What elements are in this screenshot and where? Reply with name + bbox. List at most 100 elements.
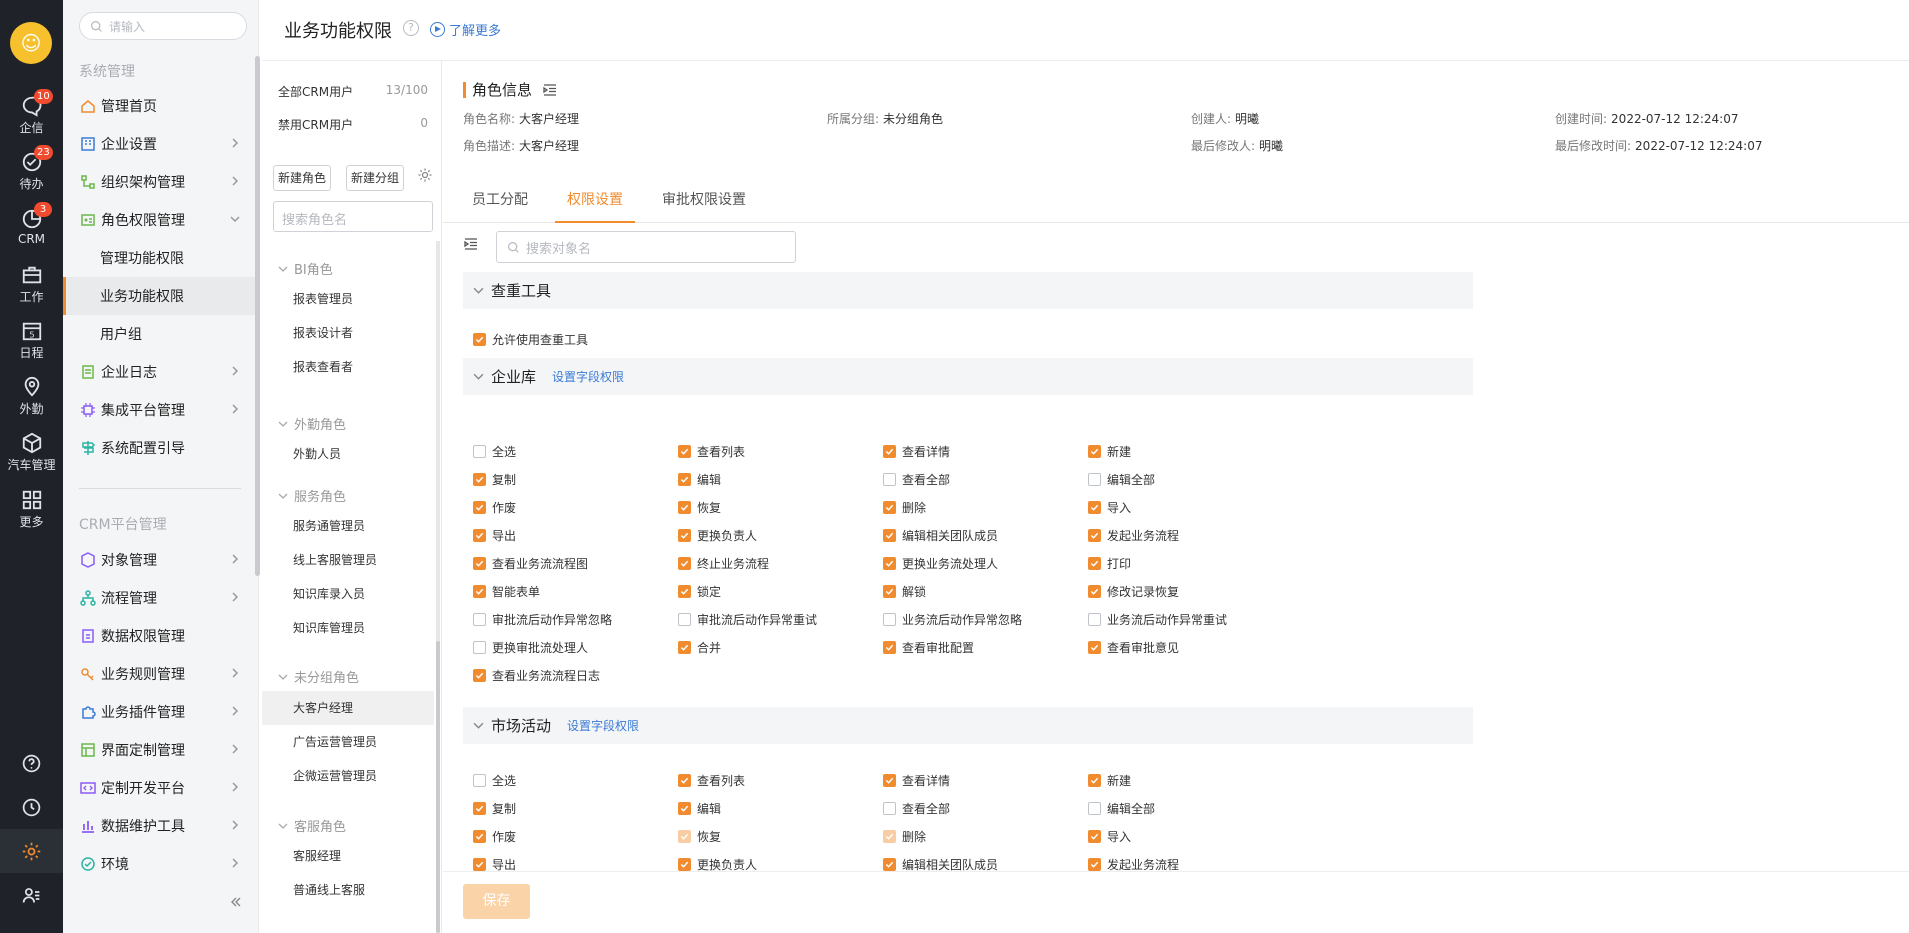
permission-checkbox[interactable]: 允许使用查重工具: [473, 331, 588, 348]
checkbox-box[interactable]: [883, 858, 896, 871]
checkbox-box[interactable]: [473, 557, 486, 570]
checkbox-box[interactable]: [1088, 613, 1101, 626]
permission-checkbox[interactable]: 打印: [1088, 555, 1131, 572]
roles-scrollbar-thumb[interactable]: [436, 641, 440, 933]
nav-item-flow[interactable]: 流程管理: [63, 579, 255, 617]
role-item[interactable]: 广告运营管理员: [262, 725, 434, 759]
permission-checkbox[interactable]: 新建: [1088, 772, 1131, 789]
checkbox-box[interactable]: [473, 669, 486, 682]
role-item-selected[interactable]: 大客户经理: [262, 691, 434, 725]
nav-item-home[interactable]: 管理首页: [63, 87, 255, 125]
permission-checkbox[interactable]: 查看全部: [883, 471, 950, 488]
checkbox-box[interactable]: [883, 501, 896, 514]
permission-checkbox[interactable]: 编辑全部: [1088, 800, 1155, 817]
rail-item-todo[interactable]: 待办 23: [0, 145, 63, 203]
new-role-button[interactable]: 新建角色: [273, 165, 331, 191]
help-button[interactable]: [0, 741, 63, 785]
role-group-bi[interactable]: BI角色: [278, 259, 333, 278]
permission-checkbox[interactable]: 查看列表: [678, 772, 745, 789]
permission-checkbox[interactable]: 编辑: [678, 800, 721, 817]
save-button[interactable]: 保存: [463, 884, 530, 919]
settings-button[interactable]: [0, 829, 63, 873]
checkbox-box[interactable]: [883, 445, 896, 458]
checkbox-box[interactable]: [883, 802, 896, 815]
permission-checkbox[interactable]: 新建: [1088, 443, 1131, 460]
set-field-permission-link[interactable]: 设置字段权限: [567, 717, 639, 734]
all-crm-users[interactable]: 全部CRM用户 13/100: [278, 83, 428, 100]
rail-item-crm[interactable]: CRM 3: [0, 202, 63, 260]
gear-icon[interactable]: [417, 167, 433, 183]
checkbox-box[interactable]: [678, 830, 691, 843]
checkbox-box[interactable]: [473, 529, 486, 542]
checkbox-box[interactable]: [1088, 557, 1101, 570]
permission-checkbox[interactable]: 复制: [473, 800, 516, 817]
checkbox-box[interactable]: [473, 585, 486, 598]
checkbox-box[interactable]: [473, 858, 486, 871]
permission-checkbox[interactable]: 查看业务流流程图: [473, 555, 588, 572]
checkbox-box[interactable]: [1088, 830, 1101, 843]
checkbox-box[interactable]: [1088, 641, 1101, 654]
permission-checkbox[interactable]: 删除: [883, 499, 926, 516]
checkbox-box[interactable]: [678, 501, 691, 514]
checkbox-box[interactable]: [1088, 858, 1101, 871]
role-group-ungrouped[interactable]: 未分组角色: [278, 667, 359, 686]
permission-checkbox[interactable]: 查看列表: [678, 443, 745, 460]
permission-checkbox[interactable]: 智能表单: [473, 583, 540, 600]
role-search-input[interactable]: 搜索角色名: [273, 201, 433, 232]
permission-checkbox[interactable]: 修改记录恢复: [1088, 583, 1179, 600]
nav-item-business-plugin[interactable]: 业务插件管理: [63, 693, 255, 731]
app-logo[interactable]: ☺: [10, 22, 52, 64]
section-dup-tool[interactable]: 查重工具: [463, 272, 1473, 309]
nav-item-config-guide[interactable]: 系统配置引导: [63, 429, 255, 467]
permission-checkbox[interactable]: 恢复: [678, 499, 721, 516]
nav-item-admin-function[interactable]: 管理功能权限: [63, 239, 255, 277]
checkbox-box[interactable]: [473, 613, 486, 626]
role-item[interactable]: 服务通管理员: [262, 509, 434, 543]
role-group-service[interactable]: 服务角色: [278, 486, 346, 505]
nav-item-data-maintenance[interactable]: 数据维护工具: [63, 807, 255, 845]
permission-checkbox[interactable]: 更换业务流处理人: [883, 555, 998, 572]
nav-item-user-group[interactable]: 用户组: [63, 315, 255, 353]
permission-checkbox[interactable]: 查看审批意见: [1088, 639, 1179, 656]
checkbox-box[interactable]: [1088, 501, 1101, 514]
checkbox-box[interactable]: [1088, 529, 1101, 542]
nav-item-data-permission[interactable]: 数据权限管理: [63, 617, 255, 655]
checkbox-box[interactable]: [1088, 802, 1101, 815]
nav-item-environment[interactable]: 环境: [63, 845, 255, 883]
permission-checkbox[interactable]: 终止业务流程: [678, 555, 769, 572]
permission-checkbox[interactable]: 导入: [1088, 828, 1131, 845]
permission-checkbox[interactable]: 查看审批配置: [883, 639, 974, 656]
roles-scrollbar[interactable]: [436, 241, 440, 933]
permission-checkbox[interactable]: 查看详情: [883, 443, 950, 460]
rail-item-work[interactable]: 工作: [0, 264, 63, 316]
permission-checkbox[interactable]: 全选: [473, 443, 516, 460]
rail-item-calendar[interactable]: 5 日程: [0, 320, 63, 372]
permission-checkbox[interactable]: 查看详情: [883, 772, 950, 789]
role-item[interactable]: 报表设计者: [262, 316, 434, 350]
permission-checkbox[interactable]: 查看业务流流程日志: [473, 667, 600, 684]
checkbox-box[interactable]: [1088, 473, 1101, 486]
tab-permission-settings[interactable]: 权限设置: [555, 181, 635, 223]
nav-item-org[interactable]: 组织架构管理: [63, 163, 255, 201]
checkbox-box[interactable]: [678, 445, 691, 458]
permission-checkbox[interactable]: 审批流后动作异常忽略: [473, 611, 612, 628]
new-group-button[interactable]: 新建分组: [346, 165, 404, 191]
checkbox-box[interactable]: [883, 641, 896, 654]
checkbox-box[interactable]: [473, 802, 486, 815]
permission-checkbox[interactable]: 更换负责人: [678, 527, 757, 544]
checkbox-box[interactable]: [678, 473, 691, 486]
checkbox-box[interactable]: [883, 473, 896, 486]
tab-approval-permission[interactable]: 审批权限设置: [650, 181, 758, 223]
rail-item-more[interactable]: 更多: [0, 489, 63, 541]
section-market-activity[interactable]: 市场活动 设置字段权限: [463, 707, 1473, 744]
checkbox-box[interactable]: [883, 774, 896, 787]
checkbox-box[interactable]: [883, 830, 896, 843]
learn-more-link[interactable]: 了解更多: [430, 20, 501, 39]
permission-checkbox[interactable]: 更换审批流处理人: [473, 639, 588, 656]
help-circle-icon[interactable]: ?: [403, 20, 419, 36]
set-field-permission-link[interactable]: 设置字段权限: [552, 368, 624, 385]
nav-scrollbar[interactable]: [255, 56, 260, 576]
permission-checkbox[interactable]: 查看全部: [883, 800, 950, 817]
checkbox-box[interactable]: [473, 333, 486, 346]
checkbox-box[interactable]: [678, 858, 691, 871]
